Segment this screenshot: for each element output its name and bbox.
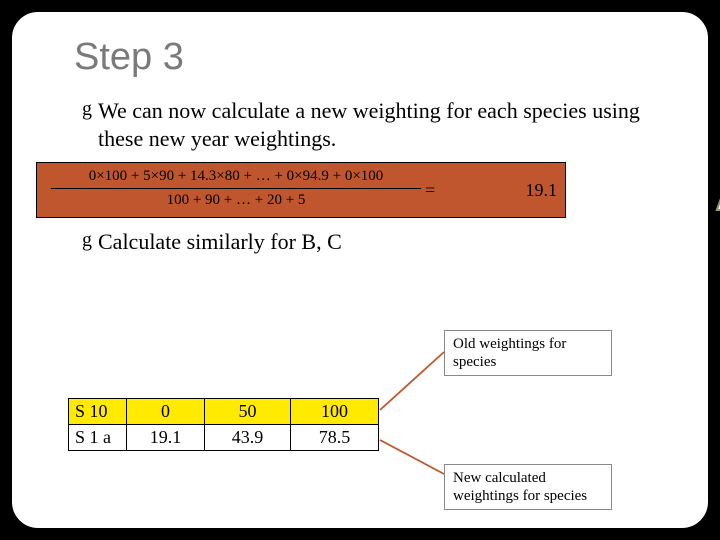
connector-line-new-icon bbox=[12, 12, 712, 532]
species-letter: A bbox=[715, 154, 720, 225]
cell: 0 bbox=[127, 399, 205, 425]
cell: 50 bbox=[205, 399, 291, 425]
row-label: S 10 bbox=[69, 399, 127, 425]
cell: 100 bbox=[291, 399, 379, 425]
table-row: S 10 0 50 100 bbox=[69, 399, 379, 425]
table-row: S 1 a 19.1 43.9 78.5 bbox=[69, 425, 379, 451]
cell: 78.5 bbox=[291, 425, 379, 451]
slide-frame: Step 3 g We can now calculate a new weig… bbox=[10, 10, 710, 530]
row-label: S 1 a bbox=[69, 425, 127, 451]
cell: 19.1 bbox=[127, 425, 205, 451]
weightings-table: S 10 0 50 100 S 1 a 19.1 43.9 78.5 bbox=[68, 398, 379, 451]
cell: 43.9 bbox=[205, 425, 291, 451]
